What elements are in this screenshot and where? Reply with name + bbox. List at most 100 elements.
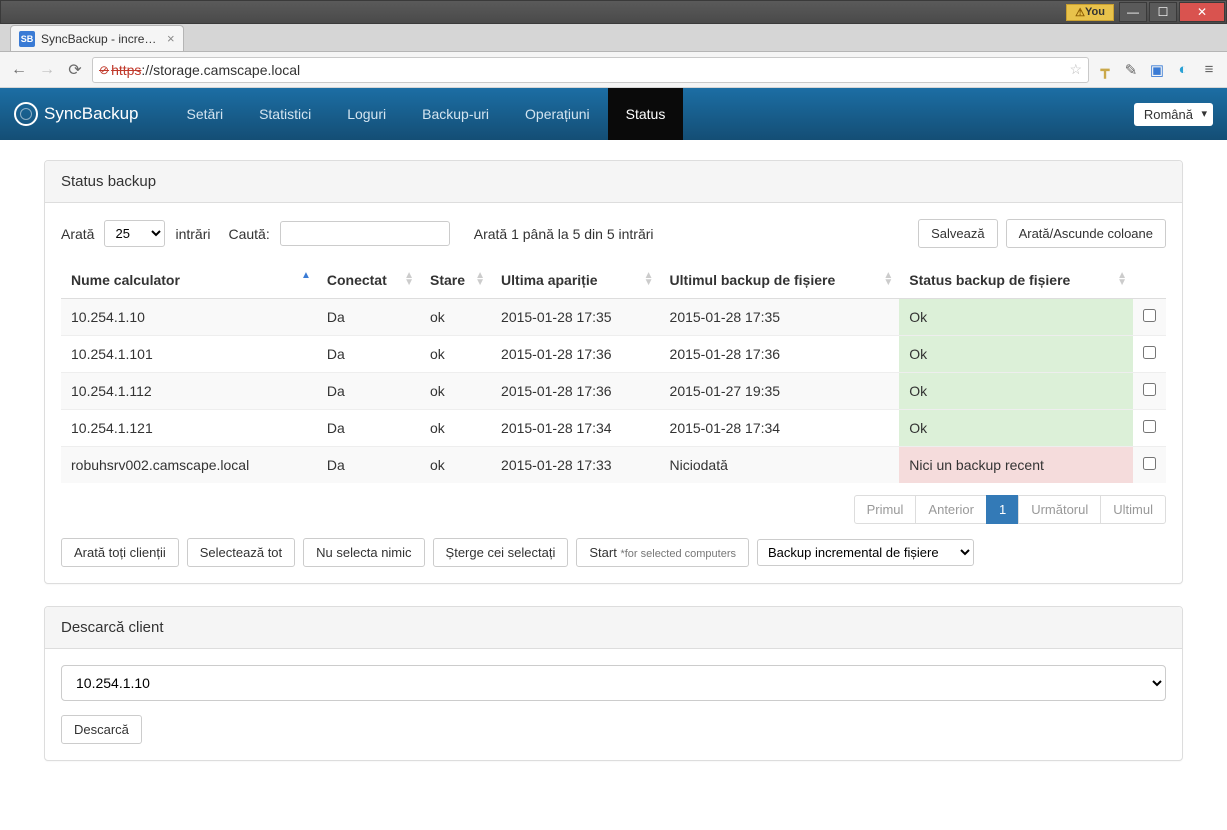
search-input[interactable] — [280, 221, 450, 246]
nav-item-statistici[interactable]: Statistici — [241, 88, 329, 140]
table-row[interactable]: 10.254.1.10Daok2015-01-28 17:352015-01-2… — [61, 299, 1166, 336]
column-header[interactable]: Conectat▲▼ — [317, 262, 420, 299]
extension-icon[interactable]: ✎ — [1121, 60, 1141, 80]
url-text: ://storage.camscape.local — [141, 62, 300, 78]
table-cell: 2015-01-28 17:35 — [660, 299, 900, 336]
table-cell: ok — [420, 336, 491, 373]
column-header[interactable]: Ultima apariție▲▼ — [491, 262, 660, 299]
nav-item-loguri[interactable]: Loguri — [329, 88, 404, 140]
tab-close-icon[interactable]: × — [167, 31, 175, 46]
brand[interactable]: SyncBackup — [14, 102, 139, 126]
table-cell: 10.254.1.121 — [61, 410, 317, 447]
bookmark-icon[interactable]: ☆ — [1069, 61, 1082, 78]
save-button[interactable]: Salvează — [918, 219, 997, 248]
table-row[interactable]: 10.254.1.121Daok2015-01-28 17:342015-01-… — [61, 410, 1166, 447]
extension-icon[interactable]: ◐ — [1173, 60, 1193, 80]
table-cell: Niciodată — [660, 447, 900, 484]
start-suffix: *for selected computers — [620, 548, 736, 560]
select-none-button[interactable]: Nu selecta nimic — [303, 538, 424, 567]
row-checkbox[interactable] — [1143, 383, 1156, 396]
nav-item-setări[interactable]: Setări — [169, 88, 242, 140]
column-header[interactable]: Stare▲▼ — [420, 262, 491, 299]
url-bar[interactable]: ⊘ https ://storage.camscape.local ☆ — [92, 57, 1089, 83]
browser-tab[interactable]: SB SyncBackup - incremental × — [10, 25, 184, 51]
window-maximize-button[interactable]: ☐ — [1149, 2, 1177, 22]
table-cell: 2015-01-28 17:34 — [660, 410, 900, 447]
nav-item-operațiuni[interactable]: Operațiuni — [507, 88, 608, 140]
status-backup-panel: Status backup Arată 25 intrări Caută: Ar… — [44, 160, 1183, 584]
column-header[interactable]: Nume calculator▲ — [61, 262, 317, 299]
page-next[interactable]: Următorul — [1018, 495, 1101, 524]
panel-title: Status backup — [45, 161, 1182, 203]
table-cell: 2015-01-28 17:34 — [491, 410, 660, 447]
table-cell: 2015-01-28 17:36 — [491, 336, 660, 373]
table-cell: ok — [420, 373, 491, 410]
start-backup-button[interactable]: Start *for selected computers — [576, 538, 749, 567]
row-checkbox[interactable] — [1143, 420, 1156, 433]
client-select[interactable]: 10.254.1.10 — [61, 665, 1166, 701]
download-button[interactable]: Descarcă — [61, 715, 142, 744]
table-cell: Da — [317, 447, 420, 484]
select-all-button[interactable]: Selectează tot — [187, 538, 295, 567]
row-checkbox-cell — [1133, 373, 1166, 410]
start-label: Start — [589, 545, 620, 560]
page-number[interactable]: 1 — [986, 495, 1019, 524]
backup-type-select[interactable]: Backup incremental de fișiere — [757, 539, 974, 566]
show-all-clients-button[interactable]: Arată toți clienții — [61, 538, 179, 567]
extension-icon[interactable]: ┳ — [1095, 60, 1115, 80]
table-cell: ok — [420, 410, 491, 447]
table-cell: ok — [420, 447, 491, 484]
nav-item-backup-uri[interactable]: Backup-uri — [404, 88, 507, 140]
app-navbar: SyncBackup SetăriStatisticiLoguriBackup-… — [0, 88, 1227, 140]
status-cell: Ok — [899, 336, 1133, 373]
table-cell: robuhsrv002.camscape.local — [61, 447, 317, 484]
column-header[interactable]: Status backup de fișiere▲▼ — [899, 262, 1133, 299]
status-table: Nume calculator▲Conectat▲▼Stare▲▼Ultima … — [61, 262, 1166, 483]
window-close-button[interactable]: ✕ — [1179, 2, 1225, 22]
row-checkbox[interactable] — [1143, 309, 1156, 322]
tab-favicon: SB — [19, 31, 35, 47]
table-cell: Da — [317, 299, 420, 336]
menu-icon[interactable]: ≡ — [1199, 60, 1219, 80]
reload-button[interactable]: ⟳ — [64, 59, 86, 81]
table-cell: 2015-01-28 17:36 — [660, 336, 900, 373]
language-select[interactable]: Română — [1134, 103, 1213, 126]
brand-logo-icon — [14, 102, 38, 126]
table-cell: 10.254.1.10 — [61, 299, 317, 336]
table-cell: 2015-01-28 17:36 — [491, 373, 660, 410]
page-length-select[interactable]: 25 — [104, 220, 165, 247]
table-row[interactable]: robuhsrv002.camscape.localDaok2015-01-28… — [61, 447, 1166, 484]
brand-text: SyncBackup — [44, 104, 139, 124]
window-titlebar: You — ☐ ✕ — [0, 0, 1227, 24]
table-row[interactable]: 10.254.1.101Daok2015-01-28 17:362015-01-… — [61, 336, 1166, 373]
delete-selected-button[interactable]: Șterge cei selectați — [433, 538, 569, 567]
table-cell: Da — [317, 336, 420, 373]
table-cell: 10.254.1.112 — [61, 373, 317, 410]
page-first[interactable]: Primul — [854, 495, 917, 524]
browser-tabstrip: SB SyncBackup - incremental × — [0, 24, 1227, 52]
back-button[interactable]: ← — [8, 59, 30, 81]
status-cell: Ok — [899, 299, 1133, 336]
url-protocol: https — [111, 62, 141, 78]
row-checkbox-cell — [1133, 410, 1166, 447]
status-cell: Ok — [899, 410, 1133, 447]
forward-button[interactable]: → — [36, 59, 58, 81]
toggle-columns-button[interactable]: Arată/Ascunde coloane — [1006, 219, 1166, 248]
table-cell: Da — [317, 373, 420, 410]
user-badge[interactable]: You — [1066, 4, 1114, 21]
column-header[interactable]: Ultimul backup de fișiere▲▼ — [660, 262, 900, 299]
row-checkbox[interactable] — [1143, 457, 1156, 470]
page-last[interactable]: Ultimul — [1100, 495, 1166, 524]
table-row[interactable]: 10.254.1.112Daok2015-01-28 17:362015-01-… — [61, 373, 1166, 410]
entries-label: intrări — [175, 226, 210, 242]
table-cell: Da — [317, 410, 420, 447]
page-prev[interactable]: Anterior — [915, 495, 987, 524]
browser-toolbar: ← → ⟳ ⊘ https ://storage.camscape.local … — [0, 52, 1227, 88]
nav-item-status[interactable]: Status — [608, 88, 684, 140]
checkbox-column — [1133, 262, 1166, 299]
extension-icon[interactable]: ▣ — [1147, 60, 1167, 80]
row-checkbox[interactable] — [1143, 346, 1156, 359]
status-cell: Nici un backup recent — [899, 447, 1133, 484]
page-length-label: Arată — [61, 226, 94, 242]
window-minimize-button[interactable]: — — [1119, 2, 1147, 22]
